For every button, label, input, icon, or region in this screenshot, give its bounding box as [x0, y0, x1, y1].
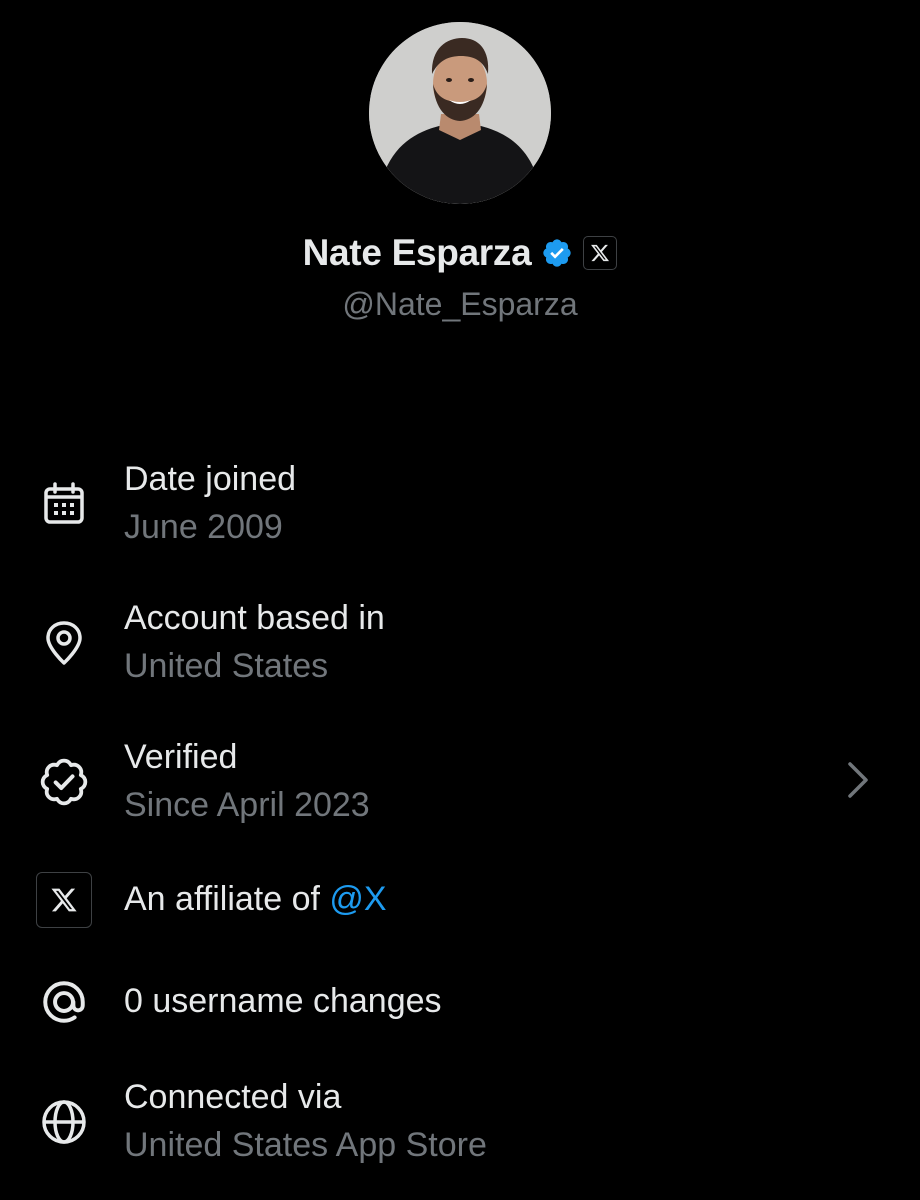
- verified-value: Since April 2023: [124, 786, 370, 824]
- date-joined-value: June 2009: [124, 508, 283, 546]
- verified-outline-icon: [36, 754, 92, 810]
- affiliate-prefix: An affiliate of: [124, 880, 330, 918]
- calendar-icon: [36, 476, 92, 532]
- detail-row-verified[interactable]: Verified Since April 2023: [0, 734, 920, 830]
- detail-row-account-based-in: Account based in United States: [0, 595, 920, 691]
- affiliate-text: An affiliate of @X: [124, 880, 387, 919]
- x-logo-icon: [51, 888, 77, 912]
- detail-row-username-changes: 0 username changes: [0, 972, 920, 1068]
- account-based-in-value: United States: [124, 647, 329, 685]
- affiliate-icon-box: [36, 872, 92, 928]
- profile-name-row: Nate Esparza: [0, 232, 920, 274]
- profile-avatar[interactable]: [369, 22, 551, 204]
- connected-via-title: Connected via: [124, 1078, 342, 1116]
- account-based-in-title: Account based in: [124, 599, 385, 637]
- verified-title: Verified: [124, 738, 238, 776]
- username-changes-text: 0 username changes: [124, 982, 442, 1020]
- detail-row-connected-via: Connected via United States App Store: [0, 1074, 920, 1170]
- affiliate-link[interactable]: @X: [329, 880, 386, 918]
- profile-handle: @Nate_Esparza: [342, 286, 578, 322]
- at-sign-icon: [36, 974, 92, 1030]
- affiliate-badge[interactable]: [583, 236, 618, 270]
- verified-badge-icon[interactable]: [541, 237, 573, 269]
- date-joined-title: Date joined: [124, 460, 297, 498]
- avatar-image: [369, 22, 551, 204]
- chevron-right-icon[interactable]: [840, 756, 876, 804]
- x-logo-icon: [591, 244, 610, 262]
- profile-name: Nate Esparza: [302, 232, 532, 273]
- globe-icon: [36, 1094, 92, 1150]
- detail-row-affiliate: An affiliate of @X: [0, 872, 920, 968]
- location-pin-icon: [36, 615, 92, 671]
- detail-row-date-joined: Date joined June 2009: [0, 456, 920, 552]
- connected-via-value: United States App Store: [124, 1126, 487, 1164]
